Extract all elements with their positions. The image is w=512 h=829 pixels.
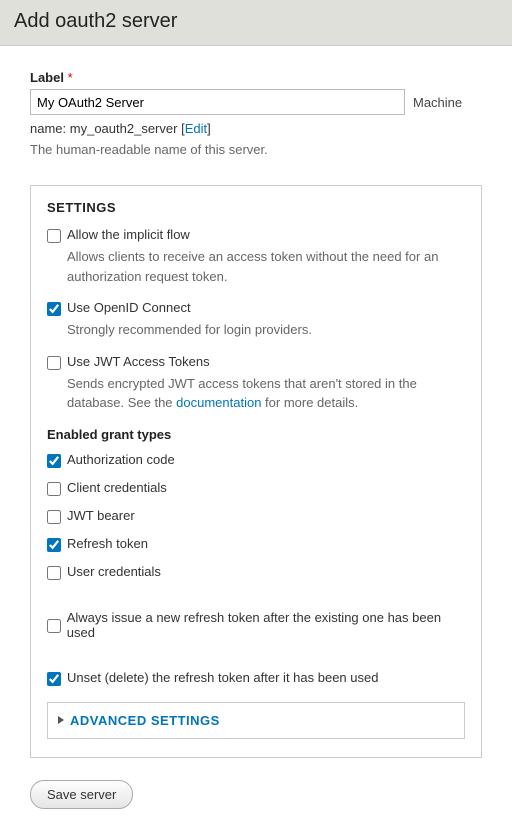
grant-client-creds-label[interactable]: Client credentials: [67, 480, 167, 495]
grant-client-creds-row: Client credentials: [47, 480, 465, 496]
required-marker: *: [68, 70, 73, 85]
openid-desc: Strongly recommended for login providers…: [67, 320, 465, 340]
jwt-label[interactable]: Use JWT Access Tokens: [67, 354, 210, 369]
grant-auth-code-checkbox[interactable]: [47, 454, 61, 468]
grant-jwt-bearer-label[interactable]: JWT bearer: [67, 508, 135, 523]
unset-refresh-checkbox[interactable]: [47, 672, 61, 686]
grant-user-creds-checkbox[interactable]: [47, 566, 61, 580]
grant-refresh-checkbox[interactable]: [47, 538, 61, 552]
unset-refresh-label[interactable]: Unset (delete) the refresh token after i…: [67, 670, 378, 685]
implicit-flow-checkbox[interactable]: [47, 229, 61, 243]
label-input[interactable]: [30, 89, 405, 115]
label-field-row: Label * Machine name: my_oauth2_server […: [30, 70, 482, 157]
grant-jwt-bearer-checkbox[interactable]: [47, 510, 61, 524]
jwt-desc: Sends encrypted JWT access tokens that a…: [67, 374, 465, 413]
grant-client-creds-checkbox[interactable]: [47, 482, 61, 496]
grant-jwt-bearer-row: JWT bearer: [47, 508, 465, 524]
label-help-text: The human-readable name of this server.: [30, 142, 482, 157]
grant-types-heading: Enabled grant types: [47, 427, 465, 442]
openid-checkbox[interactable]: [47, 302, 61, 316]
advanced-settings-heading: ADVANCED SETTINGS: [70, 713, 220, 728]
always-new-refresh-row: Always issue a new refresh token after t…: [47, 610, 465, 640]
implicit-flow-row: Allow the implicit flow: [47, 227, 465, 243]
jwt-checkbox[interactable]: [47, 356, 61, 370]
grant-user-creds-label[interactable]: User credentials: [67, 564, 161, 579]
jwt-row: Use JWT Access Tokens: [47, 354, 465, 370]
openid-label[interactable]: Use OpenID Connect: [67, 300, 191, 315]
openid-row: Use OpenID Connect: [47, 300, 465, 316]
advanced-settings-toggle[interactable]: ADVANCED SETTINGS: [47, 702, 465, 739]
label-input-line: Machine: [30, 89, 482, 115]
machine-word: Machine: [413, 95, 462, 110]
triangle-right-icon: [58, 716, 64, 724]
edit-link[interactable]: Edit: [185, 121, 207, 136]
name-prefix: name:: [30, 121, 66, 136]
implicit-flow-desc: Allows clients to receive an access toke…: [67, 247, 465, 286]
form-content: Label * Machine name: my_oauth2_server […: [0, 46, 512, 829]
machine-name-value: my_oauth2_server: [70, 121, 178, 136]
page-title: Add oauth2 server: [14, 10, 498, 33]
documentation-link[interactable]: documentation: [176, 395, 261, 410]
machine-name-line: name: my_oauth2_server [Edit]: [30, 121, 482, 136]
grant-refresh-label[interactable]: Refresh token: [67, 536, 148, 551]
label-field-label: Label: [30, 70, 64, 85]
settings-fieldset: SETTINGS Allow the implicit flow Allows …: [30, 185, 482, 758]
settings-heading: SETTINGS: [47, 200, 465, 215]
page-header: Add oauth2 server: [0, 0, 512, 46]
grant-user-creds-row: User credentials: [47, 564, 465, 580]
save-button[interactable]: Save server: [30, 780, 133, 809]
always-new-refresh-checkbox[interactable]: [47, 619, 61, 633]
bracket-close: ]: [207, 121, 211, 136]
unset-refresh-row: Unset (delete) the refresh token after i…: [47, 670, 465, 686]
grant-refresh-row: Refresh token: [47, 536, 465, 552]
implicit-flow-label[interactable]: Allow the implicit flow: [67, 227, 190, 242]
spacer: [47, 592, 465, 610]
jwt-desc-suffix: for more details.: [261, 395, 358, 410]
grant-auth-code-label[interactable]: Authorization code: [67, 452, 175, 467]
spacer: [47, 652, 465, 670]
grant-auth-code-row: Authorization code: [47, 452, 465, 468]
always-new-refresh-label[interactable]: Always issue a new refresh token after t…: [67, 610, 465, 640]
